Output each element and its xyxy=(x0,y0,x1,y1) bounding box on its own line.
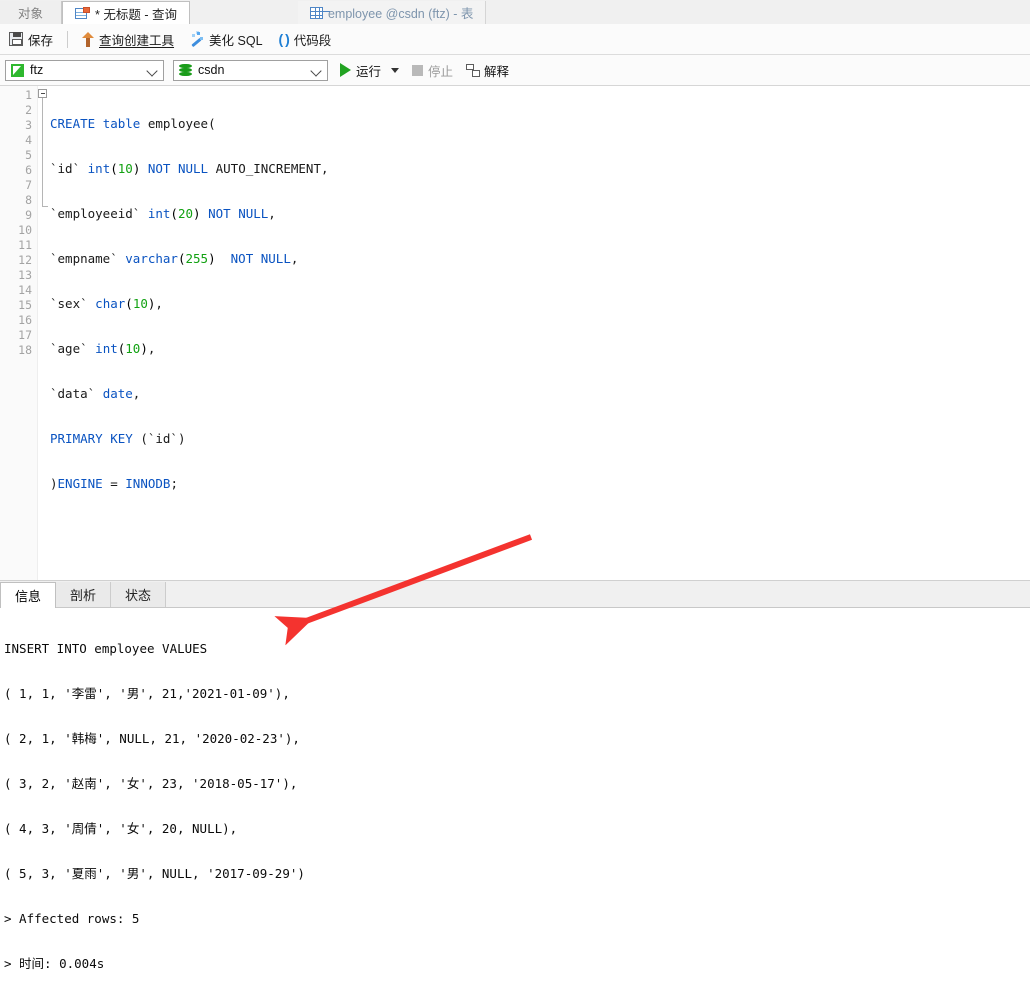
line-number: 18 xyxy=(18,343,32,357)
connection-bar: ftz csdn 运行 停止 解释 xyxy=(0,55,1030,86)
output-line: ( 5, 3, '夏雨', '男', NULL, '2017-09-29') xyxy=(4,866,305,881)
code-line: `id` int(10) NOT NULL AUTO_INCREMENT, xyxy=(50,161,329,176)
line-number: 16 xyxy=(18,313,32,327)
navicat-query-window: 对象 * 无标题 - 查询 employee @csdn (ftz) - 表 保… xyxy=(0,0,1030,971)
line-number: 11 xyxy=(18,238,32,252)
code-line: )ENGINE = INNODB; xyxy=(50,476,178,491)
explain-icon xyxy=(466,63,481,77)
line-number: 9 xyxy=(25,208,32,222)
tab-status-label: 状态 xyxy=(125,588,152,603)
output-line: ( 1, 1, '李雷', '男', 21,'2021-01-09'), xyxy=(4,686,290,701)
fold-end-marker xyxy=(42,206,48,207)
tab-employee-table[interactable]: employee @csdn (ftz) - 表 xyxy=(297,1,487,24)
code-line: `employeeid` int(20) NOT NULL, xyxy=(50,206,276,221)
tab-information[interactable]: 信息 xyxy=(0,582,57,608)
line-number: 10 xyxy=(18,223,32,237)
query-builder-button[interactable]: 查询创建工具 xyxy=(74,27,182,51)
play-icon xyxy=(340,63,351,77)
line-number: 4 xyxy=(25,133,32,147)
line-number: 13 xyxy=(18,268,32,282)
tab-objects[interactable]: 对象 xyxy=(0,1,63,24)
fold-toggle-icon[interactable] xyxy=(38,89,47,98)
code-line: `empname` varchar(255) NOT NULL, xyxy=(50,251,299,266)
connection-select[interactable]: ftz xyxy=(5,59,164,81)
line-number-gutter: 1 2 3 4 5 6 7 8 9 10 11 12 13 14 15 16 1… xyxy=(0,86,38,580)
query-icon xyxy=(75,7,91,20)
beautify-sql-label: 美化 SQL xyxy=(209,33,263,48)
code-line: CREATE table employee( xyxy=(50,116,216,131)
beautify-sql-button[interactable]: 美化 SQL xyxy=(182,27,271,51)
line-number: 8 xyxy=(25,193,32,207)
connection-icon xyxy=(11,63,24,77)
code-line: PRIMARY KEY (`id`) xyxy=(50,431,186,446)
grid-icon xyxy=(309,6,323,19)
toolbar-divider xyxy=(67,30,69,48)
chevron-down-icon xyxy=(146,64,158,77)
tab-profile[interactable]: 剖析 xyxy=(56,582,112,607)
code-line: `sex` char(10), xyxy=(50,296,163,311)
connection-value: ftz xyxy=(30,63,44,77)
line-number: 1 xyxy=(25,88,32,102)
tab-status[interactable]: 状态 xyxy=(111,582,167,607)
run-button[interactable]: 运行 xyxy=(340,61,400,80)
database-select[interactable]: csdn xyxy=(173,59,328,81)
fold-guide-line xyxy=(42,98,43,206)
output-line-time: > 时间: 0.004s xyxy=(4,956,105,971)
stop-icon xyxy=(412,64,424,76)
sql-editor[interactable]: 1 2 3 4 5 6 7 8 9 10 11 12 13 14 15 16 1… xyxy=(0,86,1030,580)
run-dropdown-caret-icon[interactable] xyxy=(391,67,400,73)
line-number: 3 xyxy=(25,118,32,132)
line-number: 6 xyxy=(25,163,32,177)
query-builder-label: 查询创建工具 xyxy=(99,33,175,48)
editor-toolbar: 保存 查询创建工具 美化 SQL ( ) 代码段 xyxy=(0,24,1030,55)
database-icon xyxy=(179,63,192,77)
tab-information-label: 信息 xyxy=(15,589,42,604)
line-number: 5 xyxy=(25,148,32,162)
tab-profile-label: 剖析 xyxy=(70,588,97,603)
save-icon xyxy=(9,32,23,46)
code-line: `data` date, xyxy=(50,386,141,401)
code-snippet-button[interactable]: ( ) 代码段 xyxy=(271,27,340,51)
main-tab-strip: 对象 * 无标题 - 查询 employee @csdn (ftz) - 表 xyxy=(0,0,1030,25)
code-snippet-label: 代码段 xyxy=(293,33,332,48)
save-button-label: 保存 xyxy=(28,33,54,48)
save-button[interactable]: 保存 xyxy=(0,27,61,51)
output-line: ( 4, 3, '周倩', '女', 20, NULL), xyxy=(4,821,238,836)
line-number: 12 xyxy=(18,253,32,267)
line-number: 7 xyxy=(25,178,32,192)
magic-wand-icon xyxy=(190,32,204,46)
line-number: 15 xyxy=(18,298,32,312)
query-builder-icon xyxy=(82,31,95,47)
line-number: 17 xyxy=(18,328,32,342)
output-line-affected-rows: > Affected rows: 5 xyxy=(4,911,140,926)
code-line: `age` int(10), xyxy=(50,341,156,356)
run-button-label: 运行 xyxy=(356,64,382,79)
code-fold-column[interactable] xyxy=(38,86,50,580)
chevron-down-icon xyxy=(310,64,322,77)
output-line: ( 3, 2, '赵南', '女', 23, '2018-05-17'), xyxy=(4,776,298,791)
tab-employee-table-label: employee @csdn (ftz) - 表 xyxy=(327,7,474,21)
code-content[interactable]: CREATE table employee( `id` int(10) NOT … xyxy=(50,86,1030,580)
result-panel: 信息 剖析 状态 INSERT INTO employee VALUES ( 1… xyxy=(0,580,1030,971)
result-output-text: INSERT INTO employee VALUES ( 1, 1, '李雷'… xyxy=(4,611,1030,971)
stop-button: 停止 xyxy=(412,61,453,80)
output-line: ( 2, 1, '韩梅', NULL, 21, '2020-02-23'), xyxy=(4,731,300,746)
tab-objects-label: 对象 xyxy=(18,7,44,21)
result-tab-strip: 信息 剖析 状态 xyxy=(0,581,1030,608)
tab-untitled-query-label: * 无标题 - 查询 xyxy=(95,8,177,22)
parentheses-icon: ( ) xyxy=(278,31,290,47)
database-value: csdn xyxy=(198,63,225,77)
explain-button[interactable]: 解释 xyxy=(466,61,509,80)
stop-button-label: 停止 xyxy=(428,64,454,79)
line-number: 2 xyxy=(25,103,32,117)
output-line: INSERT INTO employee VALUES xyxy=(4,641,208,656)
tab-untitled-query[interactable]: * 无标题 - 查询 xyxy=(62,1,190,25)
line-number: 14 xyxy=(18,283,32,297)
explain-button-label: 解释 xyxy=(484,64,510,79)
